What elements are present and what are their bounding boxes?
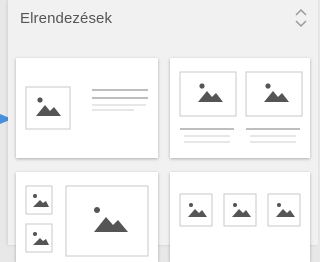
image-placeholder-icon (179, 71, 237, 117)
image-placeholder-icon (25, 86, 71, 130)
layout-option-image-left-text-right[interactable] (16, 58, 158, 158)
layout-preview (25, 86, 148, 130)
panel-header: Elrendezések (8, 0, 318, 40)
layout-option-three-images-grid[interactable] (170, 172, 310, 262)
image-placeholder-icon (223, 193, 257, 227)
image-placeholder-icon (267, 193, 301, 227)
image-placeholder-icon (25, 223, 53, 253)
image-placeholder-icon (65, 185, 149, 257)
panel-title: Elrendezések (20, 10, 113, 27)
layouts-panel: Elrendezések (8, 0, 318, 262)
image-placeholder-icon (25, 185, 53, 215)
image-placeholder-icon (245, 71, 303, 117)
layout-preview (179, 71, 303, 143)
layout-option-small-images-left-large-right[interactable] (16, 172, 158, 262)
chevron-up-down-icon[interactable] (292, 6, 310, 30)
layout-preview (25, 185, 149, 257)
image-placeholder-icon (179, 193, 213, 227)
layout-option-two-images-with-captions[interactable] (170, 58, 310, 158)
layout-preview (179, 193, 301, 227)
